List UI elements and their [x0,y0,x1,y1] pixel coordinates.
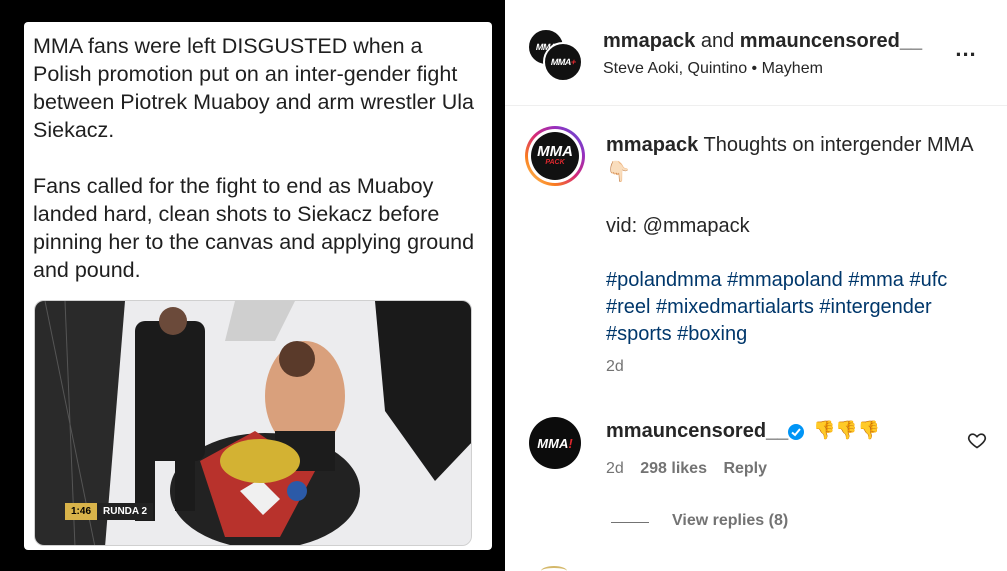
caption-text: Thoughts on intergender MMA [703,134,973,156]
comment-username-link[interactable]: mmauncensored__ [606,420,788,443]
header-user1-link[interactable]: mmapack [603,30,695,52]
caption-timestamp[interactable]: 2d [606,358,624,376]
comment-timestamp[interactable]: 2d [606,460,624,477]
comment-likes[interactable]: 298 likes [640,460,707,477]
avatar-mmapack[interactable]: MMA+ [543,42,583,82]
replies-divider [611,522,649,523]
media-paragraph-1: MMA fans were left DISGUSTED when a Poli… [33,34,474,142]
post-header: MMA MMA+ mmapack and mmauncensored__ Ste… [505,0,1007,106]
header-collab-title: mmapack and mmauncensored__ [603,28,922,54]
verified-icon [788,424,804,440]
caption-avatar-story-ring[interactable]: MMA PACK [525,126,585,186]
collab-avatars[interactable]: MMA MMA+ [527,28,583,84]
post-side-panel: MMA MMA+ mmapack and mmauncensored__ Ste… [505,0,1007,571]
view-replies-button[interactable]: View replies (8) [672,512,788,530]
caption-hashtags[interactable]: #polandmma #mmapoland #mma #ufc #reel #m… [606,267,986,348]
reply-button[interactable]: Reply [723,460,767,477]
media-paragraph-2: Fans called for the fight to end as Muab… [33,174,475,282]
more-options-button[interactable]: ... [951,34,981,64]
pointing-down-emoji: 👇🏻 [606,161,631,183]
comment-text: 👎👎👎 [813,420,881,440]
fight-score-box: 1:46 RUNDA 2 [65,501,154,521]
more-icon: ... [955,36,977,61]
header-user2-link[interactable]: mmauncensored__ [740,30,922,52]
heart-icon[interactable] [967,430,987,450]
header-and-word: and [700,30,735,52]
caption-first-line: mmapack Thoughts on intergender MMA 👇🏻 [606,132,986,186]
post-media[interactable]: MMA fans were left DISGUSTED when a Poli… [0,0,505,571]
comment-avatar[interactable]: MMA! [529,417,581,469]
score-time: 1:46 [65,502,98,520]
fight-video-frame: 1:46 RUNDA 2 [34,300,472,546]
caption-username-link[interactable]: mmapack [606,134,698,156]
comment-meta: 2d 298 likes Reply [606,460,767,478]
mmapack-logo: MMA PACK [531,132,579,180]
post-caption: mmapack Thoughts on intergender MMA 👇🏻 v… [606,132,986,348]
score-round: RUNDA 2 [97,502,154,520]
next-comment-avatar[interactable] [541,566,567,571]
audio-link[interactable]: Steve Aoki, Quintino • Mayhem [603,58,823,80]
caption-credit: vid: @mmapack [606,215,750,237]
media-screenshot-card: MMA fans were left DISGUSTED when a Poli… [24,22,492,550]
media-article-text: MMA fans were left DISGUSTED when a Poli… [33,32,483,312]
